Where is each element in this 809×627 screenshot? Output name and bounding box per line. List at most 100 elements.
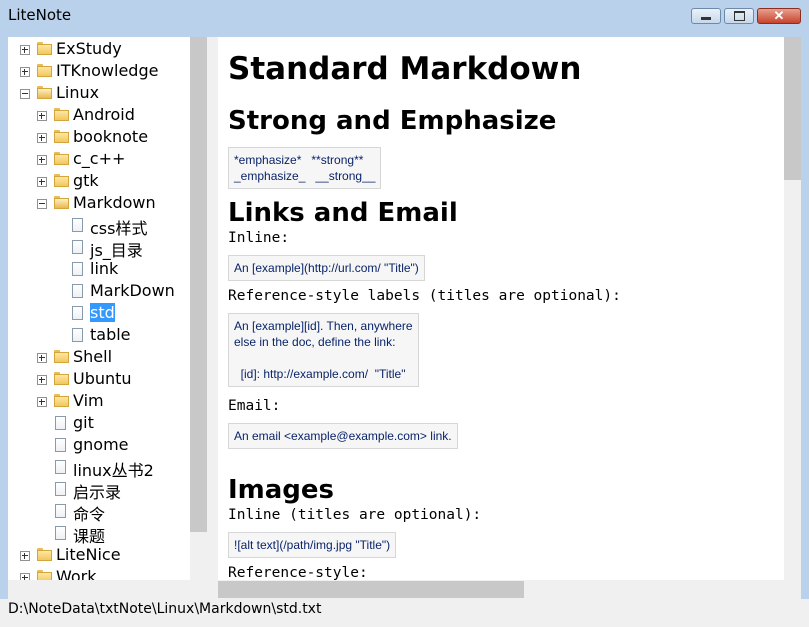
tree-item[interactable]: 启示录 xyxy=(8,478,190,502)
expand-icon[interactable] xyxy=(20,573,30,580)
document-horizontal-scrollbar[interactable] xyxy=(218,580,784,599)
tree-item-label: Vim xyxy=(73,391,104,410)
tree-item[interactable]: booknote xyxy=(8,126,190,148)
folder-open-icon xyxy=(37,86,52,99)
title-bar: LiteNote ✕ xyxy=(0,0,809,36)
tree-item[interactable]: table xyxy=(8,324,190,346)
code-block-email: An email <example@example.com> link. xyxy=(228,423,458,449)
expand-icon[interactable] xyxy=(37,353,47,363)
expand-icon[interactable] xyxy=(20,551,30,561)
tree-item-label: c_c++ xyxy=(73,149,126,168)
tree-horizontal-scrollbar[interactable] xyxy=(8,580,207,599)
file-path: D:\NoteData\txtNote\Linux\Markdown\std.t… xyxy=(8,601,322,617)
tree-item[interactable]: c_c++ xyxy=(8,148,190,170)
expand-icon[interactable] xyxy=(37,177,47,187)
tree-item[interactable]: Vim xyxy=(8,390,190,412)
doc-title: Standard Markdown xyxy=(228,51,582,87)
tree-item-label: ITKnowledge xyxy=(56,61,159,80)
document-scroll-thumb[interactable] xyxy=(784,37,801,180)
document-icon xyxy=(55,460,66,474)
folder-open-icon xyxy=(54,196,69,209)
tree-vertical-scrollbar[interactable] xyxy=(190,37,207,580)
label-images-reference: Reference-style: xyxy=(228,565,368,580)
expand-icon[interactable] xyxy=(37,155,47,165)
close-button[interactable]: ✕ xyxy=(757,8,801,24)
code-block-images-inline: ![alt text](/path/img.jpg "Title") xyxy=(228,532,397,558)
tree-item-label: booknote xyxy=(73,127,149,146)
document-icon xyxy=(55,438,66,452)
tree-item[interactable]: 命令 xyxy=(8,500,190,524)
label-email: Email: xyxy=(228,398,281,414)
tree-item[interactable]: gnome xyxy=(8,434,190,456)
close-icon: ✕ xyxy=(773,8,785,23)
folder-icon xyxy=(54,394,69,407)
folder-icon xyxy=(54,152,69,165)
label-inline: Inline: xyxy=(228,230,290,246)
tree-item[interactable]: Ubuntu xyxy=(8,368,190,390)
expand-icon[interactable] xyxy=(37,397,47,407)
tree-item[interactable]: 课题 xyxy=(8,522,190,546)
document-vertical-scrollbar[interactable] xyxy=(784,37,801,580)
label-images-inline: Inline (titles are optional): xyxy=(228,507,482,523)
tree-item[interactable]: Markdown xyxy=(8,192,190,214)
maximize-button[interactable] xyxy=(724,8,754,24)
maximize-icon xyxy=(733,11,745,21)
tree-item[interactable]: std xyxy=(8,302,190,324)
minimize-button[interactable] xyxy=(691,8,721,24)
tree-item-label: link xyxy=(90,259,119,278)
tree-item[interactable]: ITKnowledge xyxy=(8,60,190,82)
tree-item-label: Shell xyxy=(73,347,113,366)
tree-item[interactable]: link xyxy=(8,258,190,280)
tree-item[interactable]: MarkDown xyxy=(8,280,190,302)
document-view[interactable]: Standard Markdown Strong and Emphasize *… xyxy=(218,37,784,580)
folder-icon xyxy=(37,570,52,580)
tree-item[interactable]: Shell xyxy=(8,346,190,368)
folder-icon xyxy=(54,372,69,385)
tree-item-label: Markdown xyxy=(73,193,156,212)
folder-icon xyxy=(37,64,52,77)
heading-links: Links and Email xyxy=(228,198,458,228)
expand-icon[interactable] xyxy=(37,375,47,385)
tree-item-label: gnome xyxy=(73,435,129,454)
tree-item-label: ExStudy xyxy=(56,39,122,58)
document-hscroll-thumb[interactable] xyxy=(218,581,524,598)
tree-item-label: Work xyxy=(56,567,97,580)
expand-icon[interactable] xyxy=(20,67,30,77)
tree-item[interactable]: ExStudy xyxy=(8,38,190,60)
tree-item[interactable]: gtk xyxy=(8,170,190,192)
document-icon xyxy=(72,306,83,320)
window-title: LiteNote xyxy=(8,6,72,24)
tree-item[interactable]: Work xyxy=(8,566,190,580)
expand-icon[interactable] xyxy=(37,111,47,121)
folder-icon xyxy=(54,108,69,121)
note-tree[interactable]: ExStudy ITKnowledge Linux Android booknote c_… xyxy=(8,37,190,580)
tree-scroll-thumb[interactable] xyxy=(190,37,207,532)
document-icon xyxy=(55,482,66,496)
code-block-reference: An [example][id]. Then, anywhere else in… xyxy=(228,313,419,387)
minimize-icon xyxy=(701,17,711,20)
document-icon xyxy=(72,284,83,298)
pane-splitter[interactable] xyxy=(207,37,218,599)
tree-item[interactable]: Android xyxy=(8,104,190,126)
code-block-inline: An [example](http://url.com/ "Title") xyxy=(228,255,425,281)
folder-icon xyxy=(37,548,52,561)
document-icon xyxy=(72,218,83,232)
expand-icon[interactable] xyxy=(37,133,47,143)
tree-item[interactable]: git xyxy=(8,412,190,434)
tree-item-label: gtk xyxy=(73,171,99,190)
collapse-icon[interactable] xyxy=(20,89,30,99)
collapse-icon[interactable] xyxy=(37,199,47,209)
tree-item-label: LiteNice xyxy=(56,545,121,564)
expand-icon[interactable] xyxy=(20,45,30,55)
document-icon xyxy=(72,262,83,276)
tree-item[interactable]: css样式 xyxy=(8,214,190,238)
tree-item[interactable]: Linux xyxy=(8,82,190,104)
tree-item-label: std xyxy=(90,303,115,322)
tree-item-label: Ubuntu xyxy=(73,369,132,388)
tree-item[interactable]: LiteNice xyxy=(8,544,190,566)
tree-item[interactable]: js_目录 xyxy=(8,236,190,260)
tree-item[interactable]: linux丛书2 xyxy=(8,456,190,480)
label-reference: Reference-style labels (titles are optio… xyxy=(228,288,621,304)
main-frame: ExStudy ITKnowledge Linux Android booknote c_… xyxy=(8,37,801,599)
tree-item-label: git xyxy=(73,413,94,432)
